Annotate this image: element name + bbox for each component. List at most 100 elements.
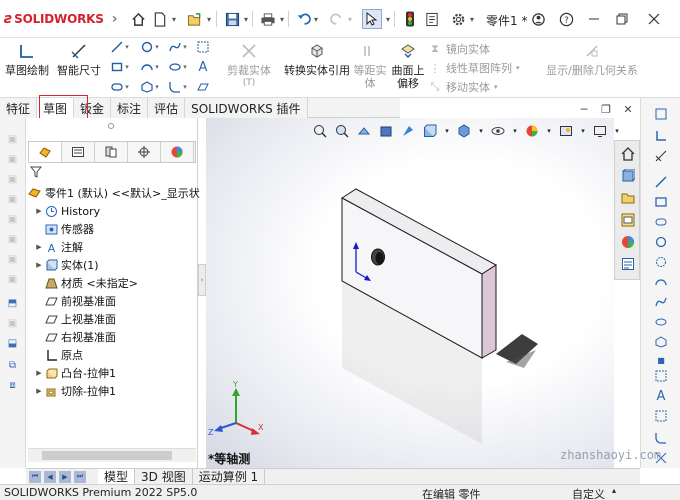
loft-icon[interactable]: ▣ bbox=[5, 192, 20, 207]
apply-scene-dropdown-icon[interactable]: ▾ bbox=[580, 123, 586, 139]
circle-dropdown-icon[interactable]: ▾ bbox=[154, 40, 160, 54]
display-style-dropdown-icon[interactable]: ▾ bbox=[478, 123, 484, 139]
redo-icon[interactable] bbox=[326, 9, 346, 29]
section-view-toggle-icon[interactable] bbox=[378, 123, 394, 139]
expand-arrow-icon[interactable]: ▶ bbox=[34, 387, 44, 395]
right-centerline-icon[interactable] bbox=[653, 368, 669, 384]
right-circle-icon[interactable] bbox=[653, 234, 669, 250]
tree-root[interactable]: 零件1 (默认) <<默认>_显示状 bbox=[28, 184, 200, 202]
new-document-icon[interactable] bbox=[150, 9, 170, 29]
section-view-icon[interactable]: ⧉ bbox=[5, 358, 20, 373]
graphics-area[interactable]: Y X Z bbox=[206, 118, 614, 468]
sweep-icon[interactable]: ▣ bbox=[5, 172, 20, 187]
tab-3d-views[interactable]: 3D 视图 bbox=[135, 468, 193, 485]
linear-pattern-button[interactable]: ⋮ 线性草图阵列 ▾ bbox=[428, 60, 520, 76]
slot-dropdown-icon[interactable]: ▾ bbox=[124, 80, 130, 94]
help-icon[interactable]: ? bbox=[556, 9, 576, 29]
tab-motion-study[interactable]: 运动算例 1 bbox=[193, 468, 266, 485]
tree-item[interactable]: ▶ 切除-拉伸1 bbox=[34, 382, 116, 400]
plane-tool-icon[interactable] bbox=[196, 80, 210, 94]
solidworks-resources-icon[interactable] bbox=[620, 146, 635, 161]
arc-tool-icon[interactable] bbox=[140, 60, 154, 74]
zoom-area-icon[interactable] bbox=[334, 123, 350, 139]
display-manager-tab-icon[interactable] bbox=[161, 142, 194, 162]
zoom-to-fit-icon[interactable] bbox=[312, 123, 328, 139]
print-icon[interactable] bbox=[258, 9, 278, 29]
tab-addins[interactable]: SOLIDWORKS 插件 bbox=[185, 98, 308, 118]
tree-item[interactable]: ▶ A 注解 bbox=[34, 238, 83, 256]
right-line-icon[interactable] bbox=[653, 174, 669, 190]
instant3d-icon[interactable]: ⬓ bbox=[5, 336, 20, 351]
custom-properties-icon[interactable] bbox=[620, 256, 635, 271]
rebuild-traffic-light-icon[interactable] bbox=[400, 9, 420, 29]
circle-tool-icon[interactable] bbox=[140, 40, 154, 54]
right-point-icon[interactable]: ■ bbox=[653, 352, 669, 368]
right-slot-icon[interactable] bbox=[653, 214, 669, 230]
hide-show-items-icon[interactable] bbox=[490, 123, 506, 139]
mirror-entities-button[interactable]: ⧗ 镜向实体 bbox=[428, 41, 490, 57]
right-smart-dimension-icon[interactable] bbox=[653, 148, 669, 164]
right-fillet-icon[interactable] bbox=[653, 430, 669, 446]
doc-close-icon[interactable]: ✕ bbox=[621, 102, 635, 116]
appearances-icon[interactable] bbox=[620, 234, 635, 249]
line-dropdown-icon[interactable]: ▾ bbox=[124, 40, 130, 54]
reference-geometry-icon[interactable]: ⬒ bbox=[5, 296, 20, 311]
print-dropdown-icon[interactable]: ▾ bbox=[278, 9, 286, 29]
right-plane-icon[interactable] bbox=[653, 106, 669, 122]
trim-entities-button[interactable]: 剪裁实体 (T) bbox=[220, 40, 278, 96]
fillet-icon[interactable]: ▣ bbox=[5, 252, 20, 267]
expand-arrow-icon[interactable]: ▶ bbox=[34, 261, 44, 269]
minimize-window-icon[interactable] bbox=[584, 9, 604, 29]
file-properties-icon[interactable] bbox=[422, 9, 442, 29]
right-rectangle-icon[interactable] bbox=[653, 194, 669, 210]
open-document-icon[interactable] bbox=[185, 9, 205, 29]
display-relations-button[interactable]: 显示/删除几何关系 bbox=[544, 40, 640, 96]
move-entities-button[interactable]: ⤡ 移动实体 ▾ bbox=[428, 79, 498, 95]
feature-manager-tab-icon[interactable] bbox=[29, 142, 62, 162]
spline-dropdown-icon[interactable]: ▾ bbox=[182, 40, 188, 54]
view-orientation-dropdown-icon[interactable]: ▾ bbox=[444, 123, 450, 139]
previous-view-icon[interactable] bbox=[356, 123, 372, 139]
design-library-icon[interactable] bbox=[620, 168, 635, 183]
tab-model[interactable]: 模型 bbox=[98, 468, 136, 485]
file-explorer-icon[interactable] bbox=[620, 190, 635, 205]
undo-icon[interactable] bbox=[294, 9, 314, 29]
spline-tool-icon[interactable] bbox=[168, 40, 182, 54]
offset-entities-button[interactable]: 等距实 体 bbox=[352, 40, 388, 96]
point-tool-icon[interactable] bbox=[196, 40, 210, 54]
dynamic-annotation-icon[interactable] bbox=[400, 123, 416, 139]
right-plane-surface-icon[interactable] bbox=[653, 408, 669, 424]
doc-restore-icon[interactable]: ❐ bbox=[599, 102, 613, 116]
prev-tab-icon[interactable]: ◀ bbox=[44, 470, 56, 483]
filter-icon[interactable] bbox=[29, 166, 44, 180]
line-tool-icon[interactable] bbox=[110, 40, 124, 54]
expand-arrow-icon[interactable]: ▶ bbox=[34, 243, 44, 251]
right-arc-icon[interactable] bbox=[653, 274, 669, 290]
new-dropdown-icon[interactable]: ▾ bbox=[170, 9, 178, 29]
expand-arrow-icon[interactable]: ▶ bbox=[34, 369, 44, 377]
restore-window-icon[interactable] bbox=[612, 9, 632, 29]
right-perimeter-circle-icon[interactable] bbox=[653, 254, 669, 270]
view-orientation-icon[interactable] bbox=[422, 123, 438, 139]
panel-handle-icon[interactable] bbox=[108, 123, 114, 129]
tree-horizontal-scrollbar[interactable] bbox=[28, 448, 196, 462]
close-window-icon[interactable] bbox=[644, 9, 664, 29]
doc-minimize-icon[interactable]: ─ bbox=[577, 102, 591, 116]
tree-item[interactable]: 原点 bbox=[34, 346, 83, 364]
save-dropdown-icon[interactable]: ▾ bbox=[242, 9, 250, 29]
options-gear-icon[interactable] bbox=[448, 9, 468, 29]
smart-dimension-button[interactable]: 智能尺寸 bbox=[54, 40, 104, 96]
extrude-icon[interactable]: ▣ bbox=[5, 132, 20, 147]
edit-appearance-dropdown-icon[interactable]: ▾ bbox=[546, 123, 552, 139]
tree-item[interactable]: ▶ 凸台-拉伸1 bbox=[34, 364, 116, 382]
redo-dropdown-icon[interactable]: ▾ bbox=[346, 9, 354, 29]
fillet-dropdown-icon[interactable]: ▾ bbox=[182, 80, 188, 94]
boundary-icon[interactable]: ▣ bbox=[5, 212, 20, 227]
rectangle-dropdown-icon[interactable]: ▾ bbox=[124, 60, 130, 74]
tree-item[interactable]: 右视基准面 bbox=[34, 328, 116, 346]
search-commands-icon[interactable] bbox=[528, 9, 548, 29]
save-icon[interactable] bbox=[222, 9, 242, 29]
tree-item[interactable]: ▶ 实体(1) bbox=[34, 256, 99, 274]
fillet-tool-icon[interactable] bbox=[168, 80, 182, 94]
tree-item[interactable]: 传感器 bbox=[34, 220, 94, 238]
